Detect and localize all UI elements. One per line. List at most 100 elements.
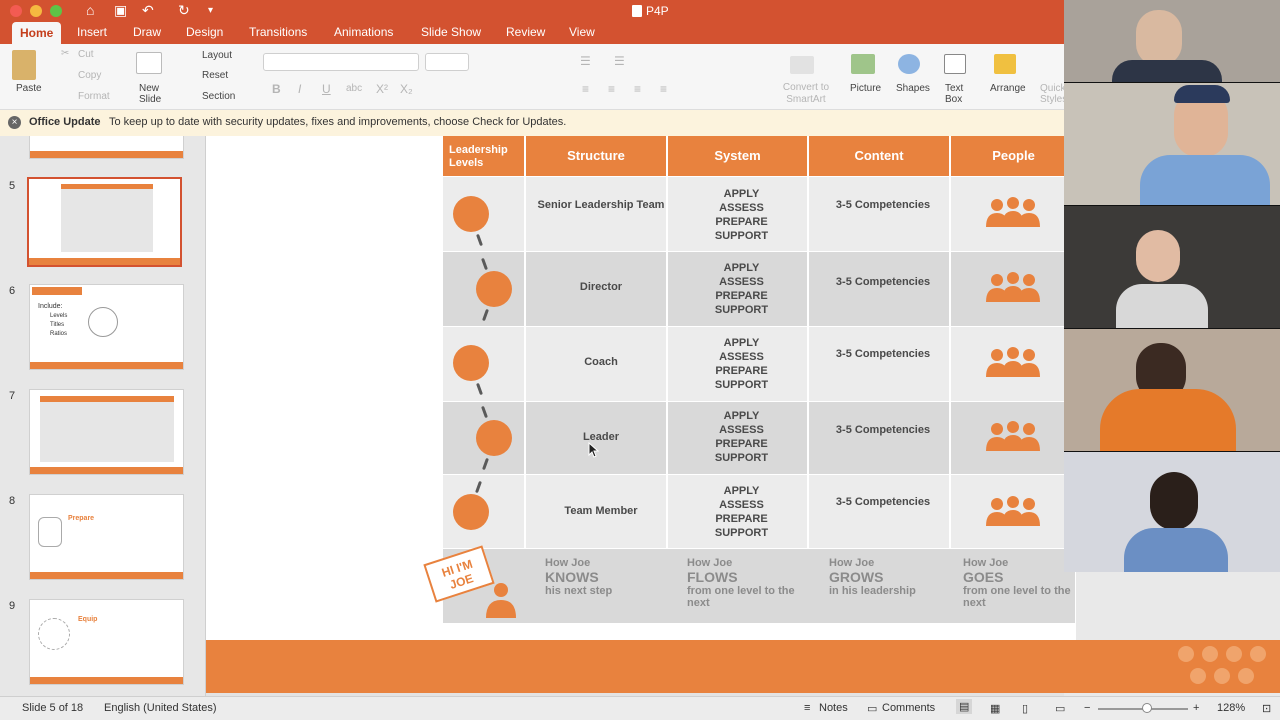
slide-show-icon[interactable]: ▭: [1055, 702, 1065, 715]
align-center-icon[interactable]: ≡: [608, 82, 615, 96]
align-right-icon[interactable]: ≡: [634, 82, 641, 96]
italic-button[interactable]: I: [298, 82, 301, 96]
tab-design[interactable]: Design: [186, 25, 223, 39]
numbering-icon[interactable]: ☰: [614, 54, 625, 68]
participant-head: [1136, 230, 1180, 282]
slide-sorter-icon[interactable]: ▦: [990, 702, 1000, 715]
thumbnail-slide-8[interactable]: Prepare: [29, 494, 184, 580]
redo-icon[interactable]: ↻: [178, 2, 190, 19]
participant-video[interactable]: [1064, 0, 1280, 82]
font-name-field[interactable]: [263, 53, 419, 71]
slide-canvas[interactable]: Leadership Levels Structure System Conte…: [206, 136, 1076, 696]
dismiss-icon[interactable]: ×: [8, 116, 21, 129]
thumbnail-slide-4[interactable]: [29, 136, 184, 159]
tab-home[interactable]: Home: [12, 22, 62, 44]
bullets-icon[interactable]: ☰: [580, 54, 591, 68]
tab-transitions[interactable]: Transitions: [249, 25, 307, 39]
language-indicator[interactable]: English (United States): [104, 702, 217, 714]
smartart-icon[interactable]: [790, 56, 814, 74]
close-window-button[interactable]: [10, 5, 22, 17]
current-slide: Leadership Levels Structure System Conte…: [206, 136, 1076, 640]
picture-button[interactable]: Picture: [850, 83, 881, 94]
people-icon: [986, 197, 1040, 227]
new-slide-icon[interactable]: [136, 52, 162, 74]
arrange-icon[interactable]: [994, 54, 1016, 74]
text-box-icon[interactable]: [944, 54, 966, 74]
participant-video[interactable]: [1064, 452, 1280, 572]
undo-icon[interactable]: ↶: [142, 2, 154, 19]
paste-icon[interactable]: [12, 50, 36, 80]
quick-styles-button[interactable]: Quick Styles: [1040, 83, 1064, 107]
customize-toolbar-icon[interactable]: ▾: [208, 5, 213, 16]
level-name: Team Member: [564, 505, 638, 517]
thumb-bar: [29, 258, 180, 265]
normal-view-icon[interactable]: ▤: [956, 699, 973, 714]
tab-draw[interactable]: Draw: [133, 25, 161, 39]
video-call-panel: [1064, 0, 1280, 572]
level-name: Senior Leadership Team: [537, 199, 665, 211]
strikethrough-button[interactable]: abc: [346, 83, 362, 94]
arrange-button[interactable]: Arrange: [990, 83, 1026, 94]
people-icon: [986, 347, 1040, 377]
level-connector: [476, 233, 483, 247]
table-row: Leader APPLY ASSESS PREPARE SUPPORT 3-5 Com…: [443, 402, 1075, 474]
new-slide-button[interactable]: New Slide: [139, 83, 165, 105]
format-painter-button[interactable]: Format: [78, 91, 110, 102]
maximize-window-button[interactable]: [50, 5, 62, 17]
participant-body: [1100, 389, 1236, 451]
thumbnail-number: 5: [9, 180, 16, 192]
section-button[interactable]: Section: [202, 91, 235, 102]
thumbnail-slide-6[interactable]: Include: Levels Titles Ratios: [29, 284, 184, 370]
people-icon: [986, 496, 1040, 526]
footer-knows: How Joe KNOWS his next step: [545, 557, 613, 597]
shapes-button[interactable]: Shapes: [896, 83, 930, 94]
cut-icon[interactable]: ✂: [61, 48, 69, 59]
zoom-level[interactable]: 128%: [1217, 702, 1245, 714]
copy-button[interactable]: Copy: [78, 70, 101, 81]
fit-to-window-icon[interactable]: ⊡: [1262, 702, 1271, 715]
status-bar: Slide 5 of 18 English (United States) ≡ …: [0, 696, 1280, 720]
home-icon[interactable]: ⌂: [86, 2, 94, 18]
subscript-button[interactable]: X₂: [400, 82, 413, 96]
thumbnail-slide-5[interactable]: [27, 177, 182, 267]
tab-review[interactable]: Review: [506, 25, 545, 39]
comments-button[interactable]: Comments: [882, 702, 935, 714]
bold-button[interactable]: B: [272, 82, 281, 96]
reset-button[interactable]: Reset: [202, 70, 228, 81]
notes-icon[interactable]: ≡: [804, 702, 810, 714]
save-icon[interactable]: ▣: [114, 2, 127, 19]
tab-slide-show[interactable]: Slide Show: [421, 25, 481, 39]
tab-view[interactable]: View: [569, 25, 595, 39]
participant-video[interactable]: [1064, 83, 1280, 205]
underline-button[interactable]: U: [322, 82, 331, 96]
tab-insert[interactable]: Insert: [77, 25, 107, 39]
picture-icon[interactable]: [851, 54, 875, 74]
participant-video[interactable]: [1064, 206, 1280, 328]
zoom-in-icon[interactable]: +: [1193, 702, 1199, 714]
zoom-slider-thumb[interactable]: [1142, 703, 1152, 713]
zoom-out-icon[interactable]: −: [1084, 702, 1090, 714]
participant-video[interactable]: [1064, 329, 1280, 451]
convert-to-smartart-button[interactable]: Convert to SmartArt: [778, 82, 834, 106]
document-title: P4P: [632, 4, 669, 18]
notes-button[interactable]: Notes: [819, 702, 848, 714]
cut-button[interactable]: Cut: [78, 49, 94, 60]
thumbnail-slide-7[interactable]: [29, 389, 184, 475]
minimize-window-button[interactable]: [30, 5, 42, 17]
header-people: People: [951, 136, 1076, 176]
table-row: Coach APPLY ASSESS PREPARE SUPPORT 3-5 Comp…: [443, 327, 1075, 401]
footer-flows: How Joe FLOWS from one level to the next: [687, 557, 795, 609]
reading-view-icon[interactable]: ▯: [1022, 702, 1028, 715]
thumbnail-slide-9[interactable]: Equip: [29, 599, 184, 685]
layout-button[interactable]: Layout: [202, 50, 232, 61]
tab-animations[interactable]: Animations: [334, 25, 393, 39]
superscript-button[interactable]: X²: [376, 82, 388, 96]
font-size-field[interactable]: [425, 53, 469, 71]
comments-icon[interactable]: ▭: [867, 702, 877, 715]
paste-button[interactable]: Paste: [16, 83, 42, 94]
header-structure: Structure: [526, 136, 666, 176]
justify-icon[interactable]: ≡: [660, 82, 667, 96]
shapes-icon[interactable]: [898, 54, 920, 74]
text-box-button[interactable]: Text Box: [945, 83, 967, 105]
align-left-icon[interactable]: ≡: [582, 82, 589, 96]
